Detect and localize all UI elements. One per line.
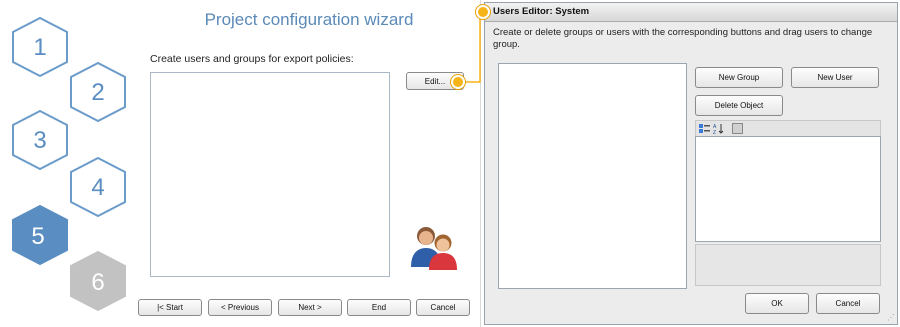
editor-description: Create or delete groups or users with th… — [493, 27, 873, 50]
step-1-hex: 1 — [12, 16, 68, 78]
title-bar[interactable]: Users Editor: System — [485, 3, 897, 22]
users-editor-window: Users Editor: System Create or delete gr… — [484, 2, 898, 325]
callout-marker-edit — [451, 75, 465, 89]
step-2-hex: 2 — [70, 61, 126, 123]
step-1-label: 1 — [33, 34, 46, 61]
users-icon — [411, 227, 457, 270]
property-description-pane — [695, 244, 881, 286]
step-5-label: 5 — [31, 223, 44, 250]
previous-button[interactable]: < Previous — [208, 299, 272, 316]
new-user-button[interactable]: New User — [791, 67, 879, 88]
wizard-title: Project configuration wizard — [204, 10, 414, 29]
ok-button[interactable]: OK — [745, 293, 809, 314]
end-button[interactable]: End — [347, 299, 411, 316]
svg-text:Z: Z — [713, 130, 716, 134]
cancel-button[interactable]: Cancel — [416, 299, 470, 316]
step-indicator: 1 2 3 4 5 6 — [12, 16, 126, 312]
wizard-subtitle: Create users and groups for export polic… — [150, 53, 354, 65]
editor-cancel-button[interactable]: Cancel — [816, 293, 880, 314]
property-grid[interactable] — [695, 136, 881, 242]
new-group-button[interactable]: New Group — [695, 67, 783, 88]
step-3-label: 3 — [33, 127, 46, 154]
groups-tree[interactable] — [498, 63, 687, 289]
next-button[interactable]: Next > — [278, 299, 342, 316]
step-4-hex: 4 — [70, 156, 126, 218]
sort-alphabetical-icon[interactable]: A Z — [713, 123, 724, 134]
window-title: Users Editor: System — [493, 6, 590, 17]
step-4-label: 4 — [91, 174, 104, 201]
users-groups-list[interactable] — [150, 72, 390, 277]
property-toolbar: A Z — [695, 120, 881, 137]
step-5-hex-active: 5 — [12, 204, 68, 266]
categorized-icon[interactable] — [699, 123, 710, 134]
wizard-panel: 1 2 3 4 5 6 Project configuration wizard… — [0, 0, 481, 327]
delete-object-button[interactable]: Delete Object — [695, 95, 783, 116]
property-pages-icon[interactable] — [732, 123, 743, 134]
step-6-hex-future: 6 — [70, 250, 126, 312]
resize-grip-icon[interactable]: ⋰ — [887, 313, 895, 322]
step-6-label: 6 — [91, 269, 104, 296]
step-2-label: 2 — [91, 79, 104, 106]
step-3-hex: 3 — [12, 109, 68, 171]
start-button[interactable]: |< Start — [138, 299, 202, 316]
callout-marker-window — [476, 5, 490, 19]
